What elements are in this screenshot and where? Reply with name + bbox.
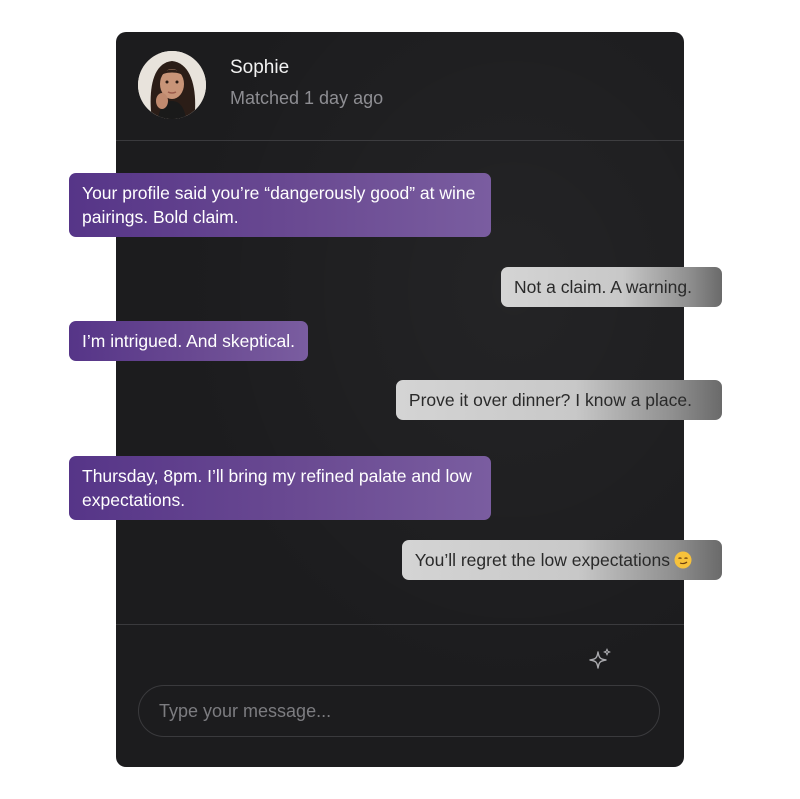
message-text: You’ll regret the low expectations	[414, 550, 670, 570]
chat-header: Sophie Matched 1 day ago	[116, 32, 684, 141]
message-bubble-sent: Thursday, 8pm. I’ll bring my refined pal…	[69, 456, 491, 520]
match-status: Matched 1 day ago	[230, 88, 384, 108]
message-bubble-received: You’ll regret the low expectations	[401, 540, 722, 580]
contact-name: Sophie	[230, 57, 290, 78]
composer	[116, 624, 684, 767]
smirk-emoji-icon	[674, 551, 692, 569]
message-text: Not a claim. A warning.	[514, 277, 692, 297]
message-bubble-received: Prove it over dinner? I know a place.	[395, 380, 722, 420]
avatar[interactable]	[138, 51, 206, 119]
page: Sophie Matched 1 day ago Your profile sa…	[0, 0, 800, 799]
message-bubble-received: Not a claim. A warning.	[501, 267, 722, 307]
message-bubble-sent: Your profile said you’re “dangerously go…	[69, 173, 491, 237]
message-text: Thursday, 8pm. I’ll bring my refined pal…	[82, 466, 472, 510]
sparkle-icon[interactable]	[587, 647, 613, 673]
message-text: I’m intrigued. And skeptical.	[82, 331, 296, 351]
message-text: Your profile said you’re “dangerously go…	[82, 183, 476, 227]
message-text: Prove it over dinner? I know a place.	[408, 390, 692, 410]
message-bubble-sent: I’m intrigued. And skeptical.	[69, 321, 309, 361]
message-input[interactable]	[138, 685, 660, 737]
